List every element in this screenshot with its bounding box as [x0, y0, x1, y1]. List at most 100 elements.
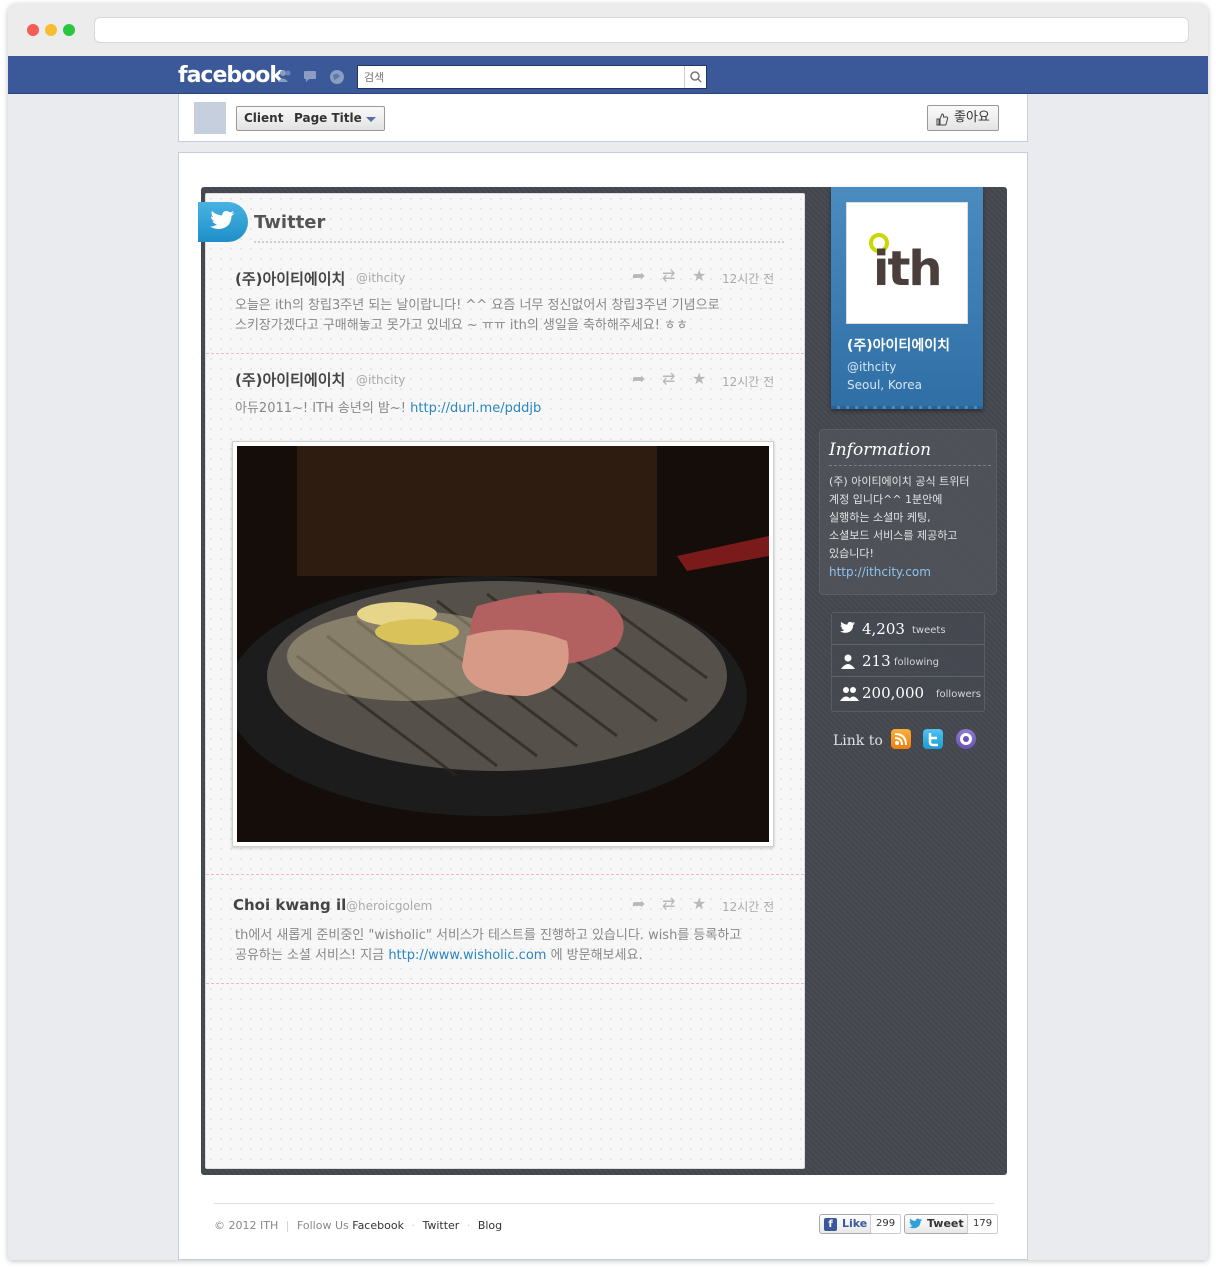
messages-icon[interactable]	[303, 69, 319, 83]
search-box	[357, 65, 707, 89]
tweet-author-handle[interactable]: @ithcity	[356, 373, 405, 387]
facebook-top-bar: facebook	[8, 56, 1208, 94]
page-title-dropdown[interactable]: Page Title	[287, 106, 385, 131]
tweet-label: Tweet	[927, 1217, 964, 1230]
twitter-bird-icon	[909, 1218, 923, 1236]
page-thumbnail[interactable]	[194, 102, 226, 134]
photo-illustration	[237, 446, 769, 842]
zoom-window-button[interactable]	[63, 24, 75, 36]
reply-icon[interactable]: ➦	[632, 371, 645, 389]
blog-icon[interactable]	[956, 729, 976, 749]
tweet-photo[interactable]	[232, 441, 774, 847]
search-input[interactable]	[358, 66, 678, 88]
like-count: 299	[870, 1214, 902, 1234]
favorite-icon[interactable]: ★	[692, 371, 706, 389]
search-icon	[690, 71, 702, 83]
stats-box: 4,203 tweets 213 following 200,000 follo…	[831, 612, 985, 712]
stat-label: following	[894, 657, 939, 668]
tweet-author-name[interactable]: Choi kwang il	[233, 896, 346, 914]
browser-window: facebook Client Page Title 좋아요	[8, 4, 1208, 1260]
browser-toolbar	[8, 4, 1208, 56]
twitter-feed: Twitter (주)아이티에이치 @ithcity ➦ ⇄ ★ 12시간 전 …	[198, 193, 805, 1169]
notifications-icon[interactable]	[329, 69, 345, 84]
footer-link-blog[interactable]: Blog	[478, 1219, 502, 1232]
tweet-timestamp: 12시간 전	[722, 375, 775, 389]
facebook-logo[interactable]: facebook	[178, 63, 284, 88]
friends-icon[interactable]	[277, 69, 293, 83]
person-icon	[840, 653, 858, 669]
tweet-item: (주)아이티에이치 @ithcity ➦ ⇄ ★ 12시간 전 아듀2011~!…	[206, 355, 804, 875]
information-box: Information (주) 아이티에이치 공식 트위터 계정 입니다^^ 1…	[819, 429, 997, 595]
client-button[interactable]: Client	[236, 106, 292, 131]
twitter-bird-icon	[210, 211, 235, 229]
follow-label: Follow Us	[296, 1219, 349, 1232]
tweet-link[interactable]: http://durl.me/pddjb	[410, 401, 541, 416]
tweet-text: th에서 새롭게 준비중인 "wisholic" 서비스가 테스트를 진행하고 …	[235, 926, 755, 966]
twitter-badge	[198, 202, 248, 242]
tweet-text-line: 스키장가겠다고 구매해놓고 못가고 있네요 ~ ㅠㅠ ith의 생일을 축하해주…	[235, 318, 688, 333]
thumbs-up-icon	[936, 110, 949, 134]
profile-avatar[interactable]: ith	[846, 202, 968, 324]
profile-name: (주)아이티에이치	[847, 338, 950, 354]
website-link[interactable]: http://ithcity.com	[829, 563, 994, 581]
divider: ·	[411, 1219, 415, 1232]
page-title-label: Page Title	[294, 111, 362, 125]
minimize-window-button[interactable]	[45, 24, 57, 36]
information-line: 실행하는 소셜마 케팅,	[829, 511, 931, 524]
profile-handle: @ithcity	[847, 360, 897, 374]
tweet-author-handle[interactable]: @heroicgolem	[346, 899, 432, 913]
stat-value: 213	[862, 652, 891, 670]
search-button[interactable]	[684, 66, 706, 88]
tweet-text-body: 공유하는 소셜 서비스! 지금	[235, 948, 389, 963]
footer-link-twitter[interactable]: Twitter	[422, 1219, 459, 1232]
tweet-author-name[interactable]: (주)아이티에이치	[235, 268, 345, 289]
page-header: Client Page Title 좋아요	[178, 94, 1028, 142]
retweet-icon[interactable]: ⇄	[662, 268, 675, 286]
stat-following[interactable]: 213 following	[832, 645, 984, 677]
reply-icon[interactable]: ➦	[632, 268, 645, 286]
tweet-actions: ➦ ⇄ ★ 12시간 전	[632, 896, 782, 916]
information-line: 소셜보드 서비스를 제공하고	[829, 529, 958, 542]
address-bar[interactable]	[94, 17, 1189, 43]
stat-followers[interactable]: 200,000 followers	[832, 677, 984, 709]
tweet-author-handle[interactable]: @ithcity	[356, 271, 405, 285]
tweet-count: 179	[967, 1214, 999, 1234]
retweet-icon[interactable]: ⇄	[662, 371, 675, 389]
favorite-icon[interactable]: ★	[692, 268, 706, 286]
copyright: © 2012 ITH	[214, 1219, 279, 1232]
tweet-link[interactable]: http://www.wisholic.com	[388, 948, 546, 963]
facebook-like-button[interactable]: f Like	[819, 1214, 874, 1234]
feed-title: Twitter	[254, 212, 326, 233]
tweet-item: (주)아이티에이치 @ithcity ➦ ⇄ ★ 12시간 전 오늘은 ith의…	[206, 256, 804, 354]
information-text: (주) 아이티에이치 공식 트위터 계정 입니다^^ 1분안에 실행하는 소셜마…	[829, 473, 994, 581]
tweet-actions: ➦ ⇄ ★ 12시간 전	[632, 268, 782, 288]
link-to-label: Link to	[833, 733, 883, 749]
like-page-button[interactable]: 좋아요	[927, 105, 999, 131]
divider	[829, 465, 991, 466]
twitter-icon[interactable]	[923, 729, 943, 749]
bird-icon	[840, 621, 858, 637]
retweet-icon[interactable]: ⇄	[662, 896, 675, 914]
footer: © 2012 ITH | Follow Us Facebook · Twitte…	[214, 1203, 999, 1234]
people-icon	[840, 685, 859, 701]
tweet-button[interactable]: Tweet	[904, 1214, 970, 1234]
reply-icon[interactable]: ➦	[632, 896, 645, 914]
divider: ·	[466, 1219, 471, 1232]
page-content: Twitter (주)아이티에이치 @ithcity ➦ ⇄ ★ 12시간 전 …	[178, 152, 1028, 1260]
tweet-text-line: 오늘은 ith의 창립3주년 되는 날이랍니다! ^^ 요즘 너무 정신없어서 …	[235, 298, 720, 313]
tweet-text: 오늘은 ith의 창립3주년 되는 날이랍니다! ^^ 요즘 너무 정신없어서 …	[235, 296, 755, 336]
favorite-icon[interactable]: ★	[692, 896, 706, 914]
stat-tweets[interactable]: 4,203 tweets	[832, 613, 984, 645]
photo-grill-image	[237, 446, 769, 842]
information-line: (주) 아이티에이치 공식 트위터	[829, 475, 970, 488]
footer-text: © 2012 ITH | Follow Us Facebook · Twitte…	[214, 1219, 502, 1232]
divider	[254, 241, 784, 243]
like-label: Like	[842, 1217, 868, 1230]
close-window-button[interactable]	[27, 24, 39, 36]
stat-value: 4,203	[862, 620, 905, 638]
rss-icon[interactable]	[891, 729, 911, 749]
information-line: 계정 입니다^^ 1분안에	[829, 493, 943, 506]
profile-location: Seoul, Korea	[847, 378, 922, 392]
footer-link-facebook[interactable]: Facebook	[352, 1219, 404, 1232]
tweet-author-name[interactable]: (주)아이티에이치	[235, 369, 345, 390]
